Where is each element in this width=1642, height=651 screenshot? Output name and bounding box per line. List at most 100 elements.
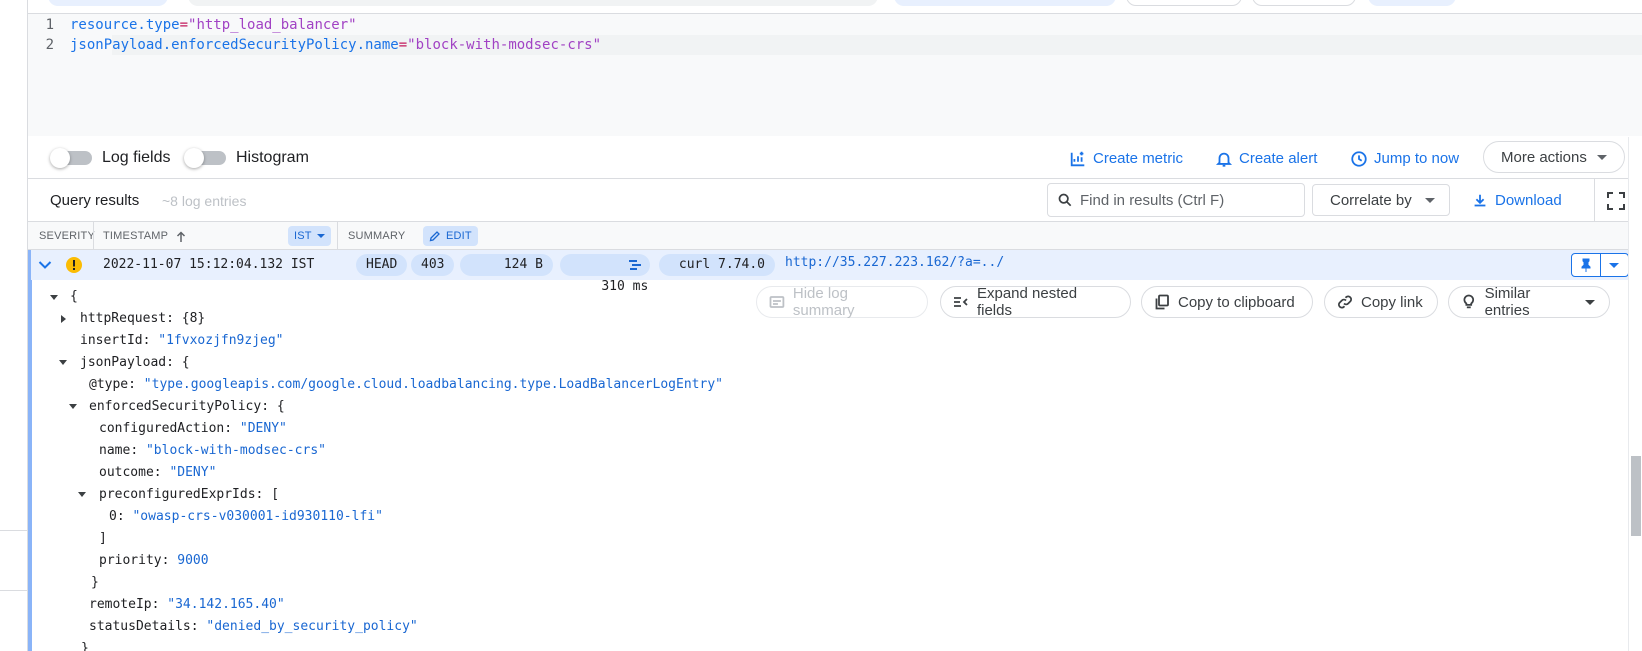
json-open-brace: { bbox=[70, 289, 78, 304]
json-field-insertid[interactable]: insertId: "1fvxozjfn9zjeg" bbox=[80, 332, 284, 350]
query-editor[interactable]: 1 2 resource.type="http_load_balancer" j… bbox=[28, 14, 1642, 136]
correlate-by-dropdown[interactable]: Correlate by bbox=[1312, 184, 1450, 216]
jump-to-now-label: Jump to now bbox=[1374, 150, 1460, 167]
latency-chip[interactable]: 310 ms bbox=[560, 254, 650, 294]
chevron-down-icon[interactable] bbox=[38, 259, 52, 271]
more-actions-button[interactable]: More actions bbox=[1483, 141, 1625, 173]
hide-log-summary-label: Hide log summary bbox=[792, 285, 855, 319]
waterfall-icon bbox=[629, 260, 641, 270]
pin-entry-group[interactable] bbox=[1571, 253, 1629, 277]
collapse-icon[interactable] bbox=[50, 295, 58, 300]
jump-to-now-button[interactable]: Jump to now bbox=[1350, 148, 1459, 170]
hide-log-summary-button[interactable]: Hide log summary bbox=[756, 285, 928, 319]
copy-to-clipboard-button[interactable]: Copy to clipboard bbox=[1141, 286, 1313, 318]
results-toolbar: Log fields Histogram Create metric Creat… bbox=[28, 137, 1642, 179]
metric-chart-icon bbox=[1070, 151, 1085, 167]
json-field-type[interactable]: @type: "type.googleapis.com/google.cloud… bbox=[89, 376, 723, 394]
column-divider bbox=[337, 222, 338, 250]
collapse-icon[interactable] bbox=[69, 404, 77, 409]
column-divider bbox=[93, 222, 94, 250]
size-chip[interactable]: 124 B bbox=[460, 254, 553, 276]
json-close-bracket: ] bbox=[99, 531, 107, 546]
query-field: jsonPayload.enforcedSecurityPolicy.name bbox=[70, 37, 399, 53]
clipped-button[interactable] bbox=[894, 0, 1116, 6]
editor-content[interactable]: resource.type="http_load_balancer" jsonP… bbox=[70, 14, 1642, 136]
create-metric-button[interactable]: Create metric bbox=[1069, 148, 1183, 170]
chevron-down-icon bbox=[316, 234, 325, 238]
timezone-selector[interactable]: IST bbox=[288, 226, 331, 246]
json-field-name[interactable]: name: "block-with-modsec-crs" bbox=[99, 442, 326, 460]
user-agent-chip[interactable]: curl 7.74.0 bbox=[659, 254, 775, 276]
query-line-2[interactable]: jsonPayload.enforcedSecurityPolicy.name=… bbox=[70, 35, 601, 55]
json-key: enforcedSecurityPolicy bbox=[89, 399, 262, 414]
lightbulb-icon bbox=[1463, 294, 1474, 309]
find-in-results-field[interactable] bbox=[1047, 183, 1305, 217]
clipped-button[interactable] bbox=[1368, 0, 1456, 6]
expand-nested-fields-button[interactable]: Expand nested fields bbox=[940, 285, 1131, 319]
log-entry-row[interactable]: 2022-11-07 15:12:04.132 IST HEAD 403 124… bbox=[31, 250, 1642, 294]
histogram-label: Histogram bbox=[236, 149, 309, 166]
results-title: Query results bbox=[50, 192, 140, 209]
json-array-item[interactable]: 0: "owasp-crs-v030001-id930110-lfi" bbox=[109, 508, 383, 526]
results-count: ~8 log entries bbox=[162, 193, 247, 209]
fullscreen-icon[interactable] bbox=[1606, 191, 1626, 211]
find-in-results-input[interactable] bbox=[1080, 191, 1290, 209]
json-value: "1fvxozjfn9zjeg" bbox=[158, 333, 284, 348]
clipped-button[interactable] bbox=[1252, 0, 1356, 6]
json-field-preconfiguredexprids[interactable]: preconfiguredExprIds: [ bbox=[99, 486, 279, 504]
line-number: 2 bbox=[45, 37, 54, 53]
json-field-jsonpayload[interactable]: jsonPayload: { bbox=[80, 354, 190, 372]
scrollbar-track[interactable] bbox=[1628, 137, 1642, 651]
query-line-1[interactable]: resource.type="http_load_balancer" bbox=[70, 15, 357, 35]
clipped-field[interactable] bbox=[188, 0, 878, 6]
line-number: 1 bbox=[45, 17, 54, 33]
pin-icon bbox=[1581, 258, 1591, 272]
chevron-down-icon bbox=[1609, 262, 1620, 268]
nav-divider bbox=[0, 590, 28, 591]
chevron-down-icon bbox=[1596, 154, 1607, 160]
clock-icon bbox=[1351, 151, 1367, 167]
log-fields-toggle[interactable] bbox=[50, 148, 94, 168]
scrollbar-thumb[interactable] bbox=[1631, 456, 1641, 536]
similar-entries-button[interactable]: Similar entries bbox=[1448, 285, 1610, 319]
clipped-button[interactable] bbox=[1126, 0, 1242, 6]
create-alert-button[interactable]: Create alert bbox=[1215, 148, 1317, 170]
json-collapsed-count: {8} bbox=[181, 311, 206, 326]
expand-icon[interactable] bbox=[61, 315, 66, 323]
json-field-remoteip[interactable]: remoteIp: "34.142.165.40" bbox=[89, 596, 285, 614]
timezone-label: IST bbox=[294, 230, 312, 242]
request-url[interactable]: http://35.227.223.162/?a=../ bbox=[785, 255, 1004, 270]
collapse-icon[interactable] bbox=[59, 360, 67, 365]
json-value: "DENY" bbox=[169, 465, 217, 480]
json-field-statusdetails[interactable]: statusDetails: "denied_by_security_polic… bbox=[89, 618, 418, 636]
method-chip[interactable]: HEAD bbox=[356, 254, 408, 276]
link-icon bbox=[1338, 295, 1352, 309]
copy-link-label: Copy link bbox=[1361, 293, 1423, 311]
json-value: "owasp-crs-v030001-id930110-lfi" bbox=[132, 509, 383, 524]
create-alert-label: Create alert bbox=[1239, 150, 1318, 167]
copy-link-button[interactable]: Copy link bbox=[1324, 286, 1438, 318]
histogram-toggle[interactable] bbox=[184, 148, 228, 168]
status-chip[interactable]: 403 bbox=[411, 254, 455, 276]
timestamp-column-header[interactable]: TIMESTAMP bbox=[103, 230, 168, 242]
json-field-priority[interactable]: priority: 9000 bbox=[99, 552, 209, 570]
divider bbox=[1594, 179, 1595, 222]
json-field-enforcedsecuritypolicy[interactable]: enforcedSecurityPolicy: { bbox=[89, 398, 285, 416]
edit-summary-button[interactable]: EDIT bbox=[423, 226, 478, 246]
json-field-httprequest[interactable]: httpRequest: {8} bbox=[80, 310, 205, 328]
download-button[interactable]: Download bbox=[1471, 190, 1562, 212]
sort-ascending-icon[interactable] bbox=[176, 231, 186, 243]
json-field-configuredaction[interactable]: configuredAction: "DENY" bbox=[99, 420, 287, 438]
search-icon bbox=[1058, 193, 1072, 207]
pin-options-button[interactable] bbox=[1601, 254, 1629, 276]
json-key: httpRequest bbox=[80, 311, 167, 326]
json-field-outcome[interactable]: outcome: "DENY" bbox=[99, 464, 216, 482]
severity-column-header[interactable]: SEVERITY bbox=[39, 230, 95, 242]
similar-entries-label: Similar entries bbox=[1484, 285, 1531, 319]
pin-button[interactable] bbox=[1572, 254, 1601, 276]
query-value: "block-with-modsec-crs" bbox=[407, 37, 602, 53]
clipped-button[interactable] bbox=[48, 0, 168, 6]
collapse-icon[interactable] bbox=[78, 492, 86, 497]
top-controls-strip bbox=[28, 0, 1642, 14]
json-key: remoteIp bbox=[89, 597, 152, 612]
